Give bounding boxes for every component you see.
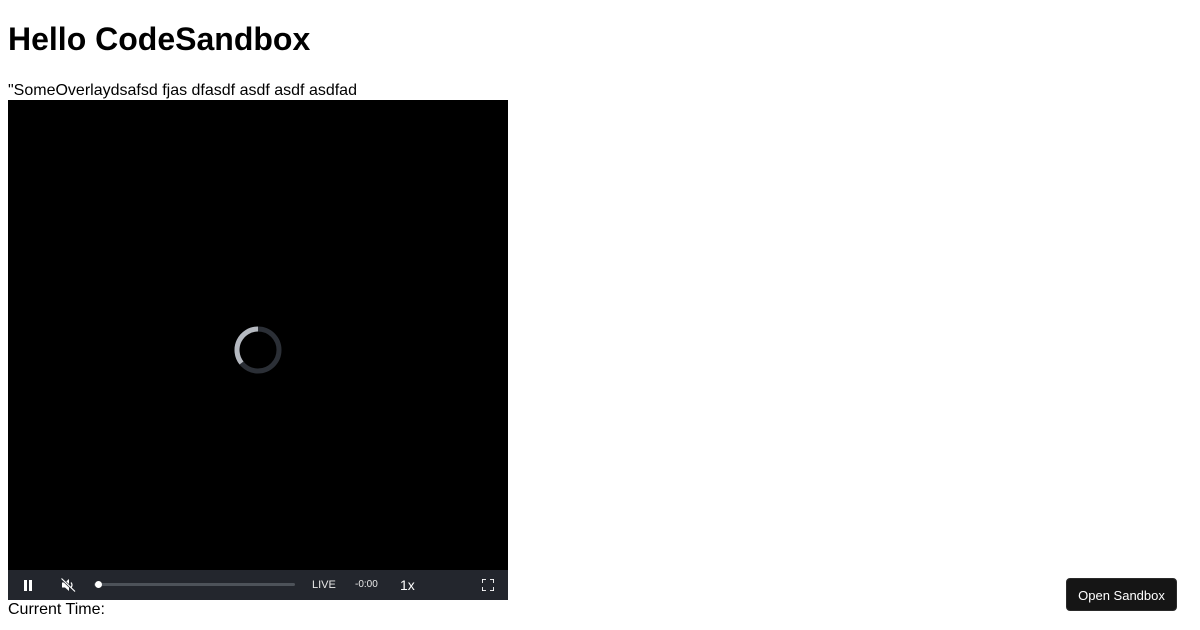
current-time-label: Current Time: (8, 601, 105, 618)
pause-button[interactable] (16, 570, 40, 600)
progress-handle[interactable] (95, 581, 102, 588)
video-player[interactable]: LIVE -0:00 1x (8, 100, 508, 600)
progress-bar[interactable] (94, 581, 295, 588)
page-title: Hello CodeSandbox (8, 21, 311, 57)
video-control-bar: LIVE -0:00 1x (8, 570, 508, 600)
remaining-time: -0:00 (355, 579, 378, 590)
mute-button[interactable] (56, 570, 80, 600)
open-sandbox-button[interactable]: Open Sandbox (1066, 578, 1177, 611)
volume-muted-icon (60, 578, 76, 592)
overlay-text: "SomeOverlaydsafsd fjas dfasdf asdf asdf… (8, 82, 357, 99)
page-root: Hello CodeSandbox "SomeOverlaydsafsd fja… (0, 0, 1200, 630)
playback-rate-button[interactable]: 1x (400, 570, 415, 600)
loading-spinner-icon (234, 326, 282, 374)
live-label[interactable]: LIVE (312, 570, 336, 600)
fullscreen-icon (482, 579, 494, 591)
pause-icon (24, 579, 32, 591)
fullscreen-button[interactable] (478, 570, 498, 600)
